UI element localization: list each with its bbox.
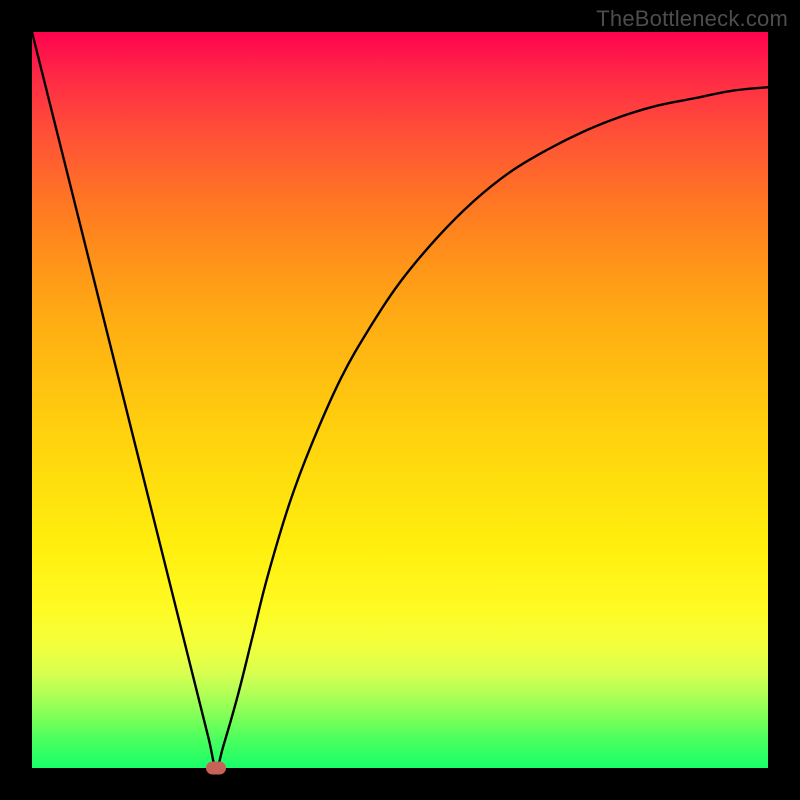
watermark-text: TheBottleneck.com [596, 6, 788, 32]
plot-area [32, 32, 768, 768]
chart-frame: TheBottleneck.com [0, 0, 800, 800]
bottleneck-curve [32, 32, 768, 768]
optimum-marker [206, 762, 226, 775]
